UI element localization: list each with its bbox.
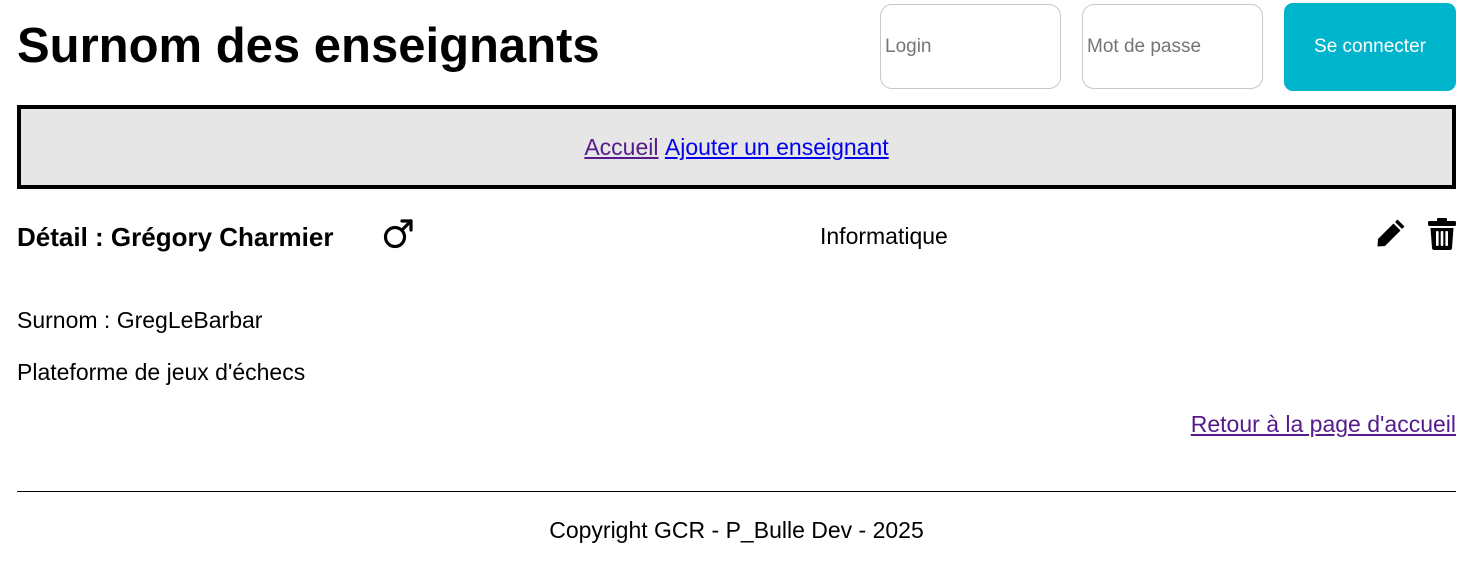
footer-divider bbox=[17, 491, 1456, 492]
site-title: Surnom des enseignants bbox=[17, 19, 600, 73]
nav-link-add-teacher[interactable]: Ajouter un enseignant bbox=[665, 134, 889, 161]
pencil-icon[interactable] bbox=[1375, 217, 1407, 249]
teacher-nickname: Surnom : GregLeBarbar bbox=[17, 307, 263, 333]
footer-copyright: Copyright GCR - P_Bulle Dev - 2025 bbox=[549, 517, 924, 543]
teacher-department: Informatique bbox=[820, 223, 948, 249]
login-input[interactable] bbox=[880, 4, 1061, 89]
connect-button[interactable]: Se connecter bbox=[1284, 3, 1456, 91]
page: Surnom des enseignants Se connecter Accu… bbox=[0, 0, 1481, 562]
back-to-home-link[interactable]: Retour à la page d'accueil bbox=[1191, 411, 1456, 438]
teacher-project: Plateforme de jeux d'échecs bbox=[17, 359, 306, 385]
site-header: Surnom des enseignants Se connecter bbox=[17, 0, 1456, 95]
trash-icon[interactable] bbox=[1427, 217, 1457, 251]
password-input[interactable] bbox=[1082, 4, 1263, 89]
male-symbol-icon bbox=[383, 219, 413, 249]
main-nav: Accueil Ajouter un enseignant bbox=[17, 105, 1456, 189]
nav-link-home[interactable]: Accueil bbox=[584, 134, 658, 161]
teacher-detail-header: Détail : Grégory Charmier Informatique bbox=[17, 213, 1456, 261]
teacher-detail-title: Détail : Grégory Charmier bbox=[17, 222, 334, 252]
